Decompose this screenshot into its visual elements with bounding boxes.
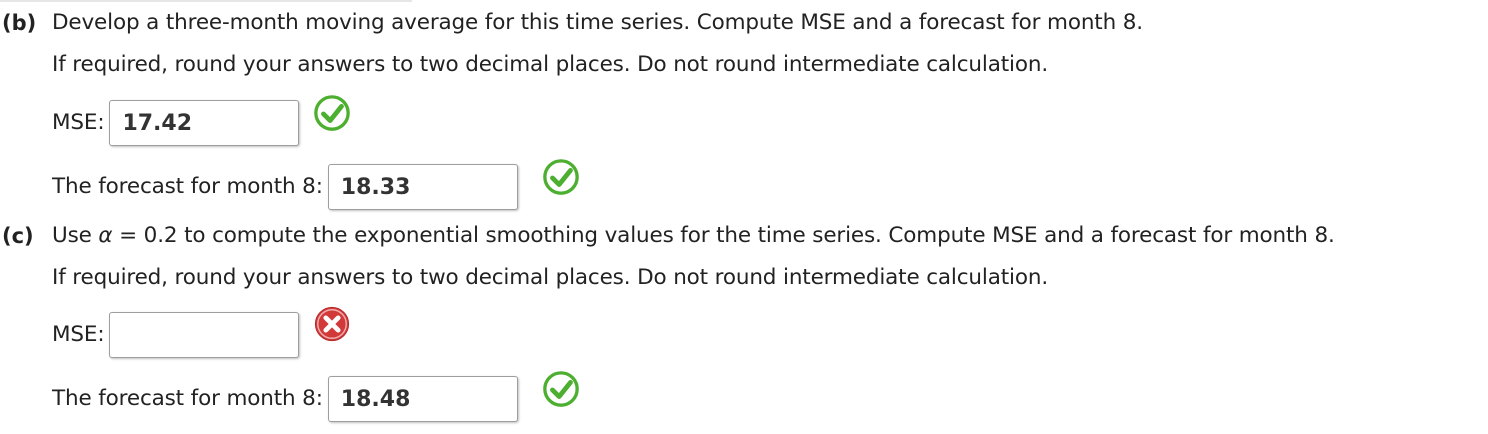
part-c: (c) Use α = 0.2 to compute the exponenti… [0, 223, 1480, 428]
alpha-symbol: α [98, 223, 113, 248]
part-c-mse-label: MSE: [52, 322, 105, 347]
part-b-forecast-row: The forecast for month 8: [52, 164, 518, 210]
part-c-prompt-prefix: Use [52, 223, 99, 248]
part-b-forecast-input[interactable] [327, 164, 518, 210]
part-c-prompt: Use α = 0.2 to compute the exponential s… [52, 223, 1335, 249]
part-b-mse-input[interactable] [109, 100, 300, 146]
x-circle-icon [314, 306, 350, 342]
part-b-mse-label: MSE: [52, 110, 105, 135]
part-c-mse-input[interactable] [109, 312, 300, 358]
part-c-mse-row: MSE: [52, 312, 300, 358]
part-b-label: (b) [2, 11, 37, 35]
part-c-instruction: If required, round your answers to two d… [52, 265, 1049, 290]
part-c-label: (c) [2, 224, 34, 248]
check-circle-icon [314, 95, 350, 131]
part-c-forecast-row: The forecast for month 8: [52, 376, 518, 422]
part-c-forecast-input[interactable] [327, 376, 518, 422]
check-circle-icon [543, 371, 579, 407]
part-b-mse-row: MSE: [52, 100, 300, 146]
part-b-forecast-label: The forecast for month 8: [52, 174, 323, 199]
part-c-forecast-label: The forecast for month 8: [52, 386, 323, 411]
top-divider [0, 0, 412, 2]
part-b-prompt: Develop a three-month moving average for… [52, 10, 1143, 35]
part-b: (b) Develop a three-month moving average… [0, 10, 1480, 210]
part-c-prompt-suffix: = 0.2 to compute the exponential smoothi… [112, 223, 1335, 248]
part-b-instruction: If required, round your answers to two d… [52, 52, 1049, 77]
check-circle-icon [543, 159, 579, 195]
